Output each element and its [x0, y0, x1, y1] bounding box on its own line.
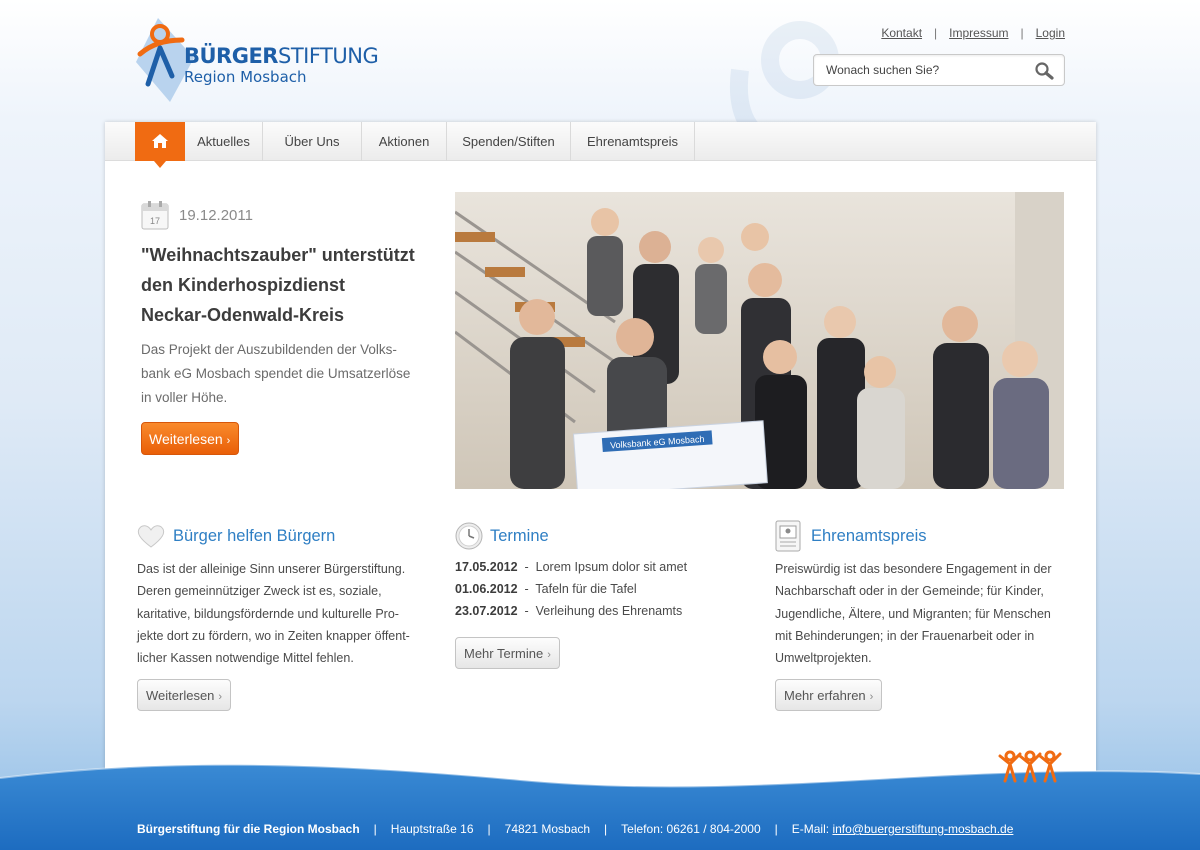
footer-org: Bürgerstiftung für die Region Mosbach	[137, 822, 360, 836]
separator: |	[934, 26, 938, 40]
section-title: Termine	[490, 526, 549, 545]
section-ehrenamtspreis: Ehrenamtspreis Preiswürdig ist das beson…	[775, 520, 1070, 712]
date-row: 17 19.12.2011	[141, 200, 431, 230]
section-text: Das ist der alleinige Sinn unserer Bürge…	[137, 562, 410, 666]
section-title: Bürger helfen Bürgern	[173, 526, 336, 545]
weiterlesen-button[interactable]: Weiterlesen ›	[137, 679, 232, 712]
footer-contact: Bürgerstiftung für die Region Mosbach | Ha…	[137, 822, 1014, 836]
nav-item-aktuelles[interactable]: Aktuelles	[185, 122, 263, 161]
section-title: Ehrenamtspreis	[811, 526, 927, 545]
event-item[interactable]: 23.07.2012 - Verleihung des Ehrenamts	[455, 600, 755, 622]
featured-news: 17 19.12.2011 "Weihnachtszauber" unterst…	[141, 200, 431, 455]
login-link[interactable]: Login	[1036, 26, 1065, 40]
nav-item-ueber-uns[interactable]: Über Uns	[263, 122, 362, 161]
section-header: Termine	[455, 520, 755, 552]
news-teaser: Das Projekt der Auszubildenden der Volks…	[141, 342, 411, 405]
document-icon	[775, 520, 801, 552]
footer-street: Hauptstraße 16	[390, 822, 474, 836]
separator: |	[1020, 26, 1024, 40]
event-list: 17.05.2012 - Lorem Ipsum dolor sit amet …	[455, 556, 755, 622]
search-input[interactable]	[826, 63, 1026, 77]
search-icon[interactable]	[1034, 61, 1054, 81]
event-item[interactable]: 17.05.2012 - Lorem Ipsum dolor sit amet	[455, 556, 755, 578]
footer-phone: Telefon: 06261 / 804-2000	[621, 822, 761, 836]
svg-text:17: 17	[150, 216, 160, 226]
logo-subtitle: Region Mosbach	[184, 68, 307, 86]
impressum-link[interactable]: Impressum	[949, 26, 1008, 40]
mehr-erfahren-button[interactable]: Mehr erfahren ›	[775, 679, 883, 712]
section-header: Ehrenamtspreis	[775, 520, 1070, 552]
logo-title: BÜRGERSTIFTUNG	[184, 44, 379, 68]
nav-item-aktionen[interactable]: Aktionen	[362, 122, 447, 161]
kontakt-link[interactable]: Kontakt	[881, 26, 922, 40]
weiterlesen-button[interactable]: Weiterlesen ›	[141, 422, 240, 455]
search-box	[813, 54, 1065, 86]
main-content-card: Aktuelles Über Uns Aktionen Spenden/Stif…	[105, 122, 1096, 802]
news-title[interactable]: "Weihnachtszauber" unterstützt den Kinde…	[141, 240, 431, 330]
main-navigation: Aktuelles Über Uns Aktionen Spenden/Stif…	[105, 122, 1096, 168]
home-icon	[152, 134, 168, 148]
footer-email-label: E-Mail:	[791, 822, 830, 836]
logo[interactable]: BÜRGERSTIFTUNG Region Mosbach	[136, 18, 379, 103]
top-links: Kontakt | Impressum | Login	[881, 26, 1065, 40]
mehr-termine-button[interactable]: Mehr Termine ›	[455, 637, 560, 669]
nav-item-ehrenamtspreis[interactable]: Ehrenamtspreis	[571, 122, 695, 161]
section-termine: Termine 17.05.2012 - Lorem Ipsum dolor s…	[455, 520, 755, 669]
nav-home[interactable]	[135, 122, 185, 168]
section-text: Preiswürdig ist das besondere Engagement…	[775, 562, 1052, 666]
heart-icon	[137, 525, 165, 548]
calendar-icon: 17	[141, 201, 169, 230]
event-item[interactable]: 01.06.2012 - Tafeln für die Tafel	[455, 578, 755, 600]
section-buerger-helfen: Bürger helfen Bürgern Das ist der allein…	[137, 520, 432, 712]
clock-icon	[455, 522, 483, 550]
section-header: Bürger helfen Bürgern	[137, 520, 432, 552]
footer-email-link[interactable]: info@buergerstiftung-mosbach.de	[832, 822, 1013, 836]
footer-city: 74821 Mosbach	[504, 822, 591, 836]
people-group-icon	[998, 750, 1062, 783]
news-photo: Volksbank eG Mosbach	[455, 192, 1064, 489]
nav-item-spenden-stiften[interactable]: Spenden/Stiften	[447, 122, 571, 161]
news-date: 19.12.2011	[179, 206, 253, 224]
